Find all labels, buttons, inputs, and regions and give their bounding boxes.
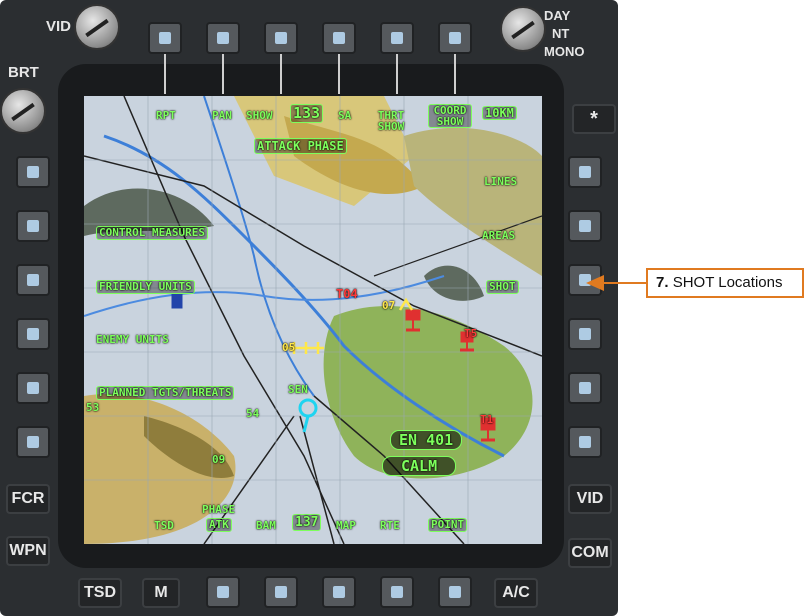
control-measures-label[interactable]: CONTROL MEASURES bbox=[96, 226, 208, 240]
m-key[interactable]: M bbox=[142, 578, 180, 608]
phase-label[interactable]: PHASE bbox=[202, 504, 235, 516]
right-osb-2[interactable] bbox=[568, 210, 602, 242]
friendly-units-label[interactable]: FRIENDLY UNITS bbox=[96, 280, 195, 294]
shot-label[interactable]: SHOT bbox=[486, 280, 519, 294]
thrt-show-label[interactable]: THRT SHOW bbox=[376, 110, 406, 132]
lines-label[interactable]: LINES bbox=[484, 176, 517, 188]
waypoint-label: 54 bbox=[246, 407, 260, 420]
bottom-heading-readout: 137 bbox=[292, 514, 322, 531]
right-osb-6[interactable] bbox=[568, 426, 602, 458]
top-osb-1[interactable] bbox=[148, 22, 182, 54]
mpd-screen: RPT PAN SHOW 133 SA THRT SHOW COORD SHOW… bbox=[84, 96, 542, 544]
top-osb-5[interactable] bbox=[380, 22, 414, 54]
left-osb-6[interactable] bbox=[16, 426, 50, 458]
mpd-figure: VID BRT DAY NT MONO * FCR WPN VID COM TS… bbox=[0, 0, 806, 616]
scale-label[interactable]: 10KM bbox=[482, 106, 517, 120]
com-key[interactable]: COM bbox=[568, 538, 612, 568]
left-osb-5[interactable] bbox=[16, 372, 50, 404]
mode-day-label: DAY bbox=[544, 8, 571, 23]
leader-line bbox=[338, 54, 340, 94]
brightness-knob[interactable] bbox=[0, 88, 46, 134]
right-osb-1[interactable] bbox=[568, 156, 602, 188]
left-osb-3[interactable] bbox=[16, 264, 50, 296]
threat-label: T1 bbox=[480, 413, 494, 426]
callout-number: 7. bbox=[656, 274, 669, 291]
callout-text: SHOT Locations bbox=[672, 274, 783, 291]
vid-key[interactable]: VID bbox=[568, 484, 612, 514]
tsd-label[interactable]: TSD bbox=[154, 520, 174, 532]
right-osb-4[interactable] bbox=[568, 318, 602, 350]
threat-label: T5 bbox=[464, 327, 478, 340]
vid-knob[interactable] bbox=[74, 4, 120, 50]
ownship-icon bbox=[298, 398, 318, 433]
enemy-unit-icon bbox=[171, 293, 183, 309]
top-osb-3[interactable] bbox=[264, 22, 298, 54]
waypoint-label: 53 bbox=[86, 401, 100, 414]
asterisk-key[interactable]: * bbox=[572, 104, 616, 134]
sa-label[interactable]: SA bbox=[338, 110, 351, 122]
threat-label: T04 bbox=[336, 287, 358, 301]
bottom-osb-5[interactable] bbox=[438, 576, 472, 608]
bottom-osb-1[interactable] bbox=[206, 576, 240, 608]
ac-key[interactable]: A/C bbox=[494, 578, 538, 608]
tsd-key[interactable]: TSD bbox=[78, 578, 122, 608]
leader-line bbox=[396, 54, 398, 94]
point-label[interactable]: POINT bbox=[428, 518, 468, 532]
mode-nt-label: NT bbox=[552, 26, 570, 41]
pan-label[interactable]: PAN bbox=[212, 110, 232, 122]
enemy-units-label[interactable]: ENEMY UNITS bbox=[96, 334, 169, 346]
callout-leader bbox=[600, 282, 646, 284]
bam-label[interactable]: BAM bbox=[256, 520, 276, 532]
right-osb-5[interactable] bbox=[568, 372, 602, 404]
callout-arrow-icon bbox=[586, 275, 604, 291]
leader-line bbox=[454, 54, 456, 94]
bottom-osb-4[interactable] bbox=[380, 576, 414, 608]
friendly-label: 07 bbox=[382, 299, 396, 312]
mode-mono-label: MONO bbox=[544, 44, 585, 59]
top-osb-4[interactable] bbox=[322, 22, 356, 54]
heading-readout: 133 bbox=[290, 104, 324, 123]
shot-marker-icon bbox=[405, 309, 421, 332]
threat-symbols bbox=[171, 293, 496, 442]
top-osb-6[interactable] bbox=[438, 22, 472, 54]
atk-label[interactable]: ATK bbox=[206, 518, 232, 532]
planned-tgts-threats-label[interactable]: PLANNED TGTS/THREATS bbox=[96, 386, 235, 400]
mode-knob[interactable] bbox=[500, 6, 546, 52]
engage-status: EN 401 bbox=[390, 430, 463, 450]
phase-title: ATTACK PHASE bbox=[254, 138, 347, 154]
fcr-key[interactable]: FCR bbox=[6, 484, 50, 514]
threat-status: CALM bbox=[382, 456, 457, 476]
coord-show-label[interactable]: COORD SHOW bbox=[428, 104, 472, 128]
brightness-knob-label: BRT bbox=[8, 64, 39, 81]
left-osb-2[interactable] bbox=[16, 210, 50, 242]
bottom-osb-2[interactable] bbox=[264, 576, 298, 608]
map-label[interactable]: MAP bbox=[336, 520, 356, 532]
areas-label[interactable]: AREAS bbox=[482, 230, 515, 242]
waypoint-label: 09 bbox=[212, 453, 226, 466]
rpt-label[interactable]: RPT bbox=[156, 110, 176, 122]
show-label[interactable]: SHOW bbox=[246, 110, 273, 122]
wpn-key[interactable]: WPN bbox=[6, 536, 50, 566]
friendly-label: 05 bbox=[282, 341, 296, 354]
vid-knob-label: VID bbox=[46, 18, 72, 35]
top-osb-2[interactable] bbox=[206, 22, 240, 54]
left-osb-1[interactable] bbox=[16, 156, 50, 188]
rte-label[interactable]: RTE bbox=[380, 520, 400, 532]
left-osb-4[interactable] bbox=[16, 318, 50, 350]
leader-line bbox=[222, 54, 224, 94]
callout-box: 7. SHOT Locations bbox=[646, 268, 804, 298]
leader-line bbox=[280, 54, 282, 94]
bottom-osb-3[interactable] bbox=[322, 576, 356, 608]
leader-line bbox=[164, 54, 166, 94]
waypoint-label: SEN bbox=[288, 383, 308, 396]
